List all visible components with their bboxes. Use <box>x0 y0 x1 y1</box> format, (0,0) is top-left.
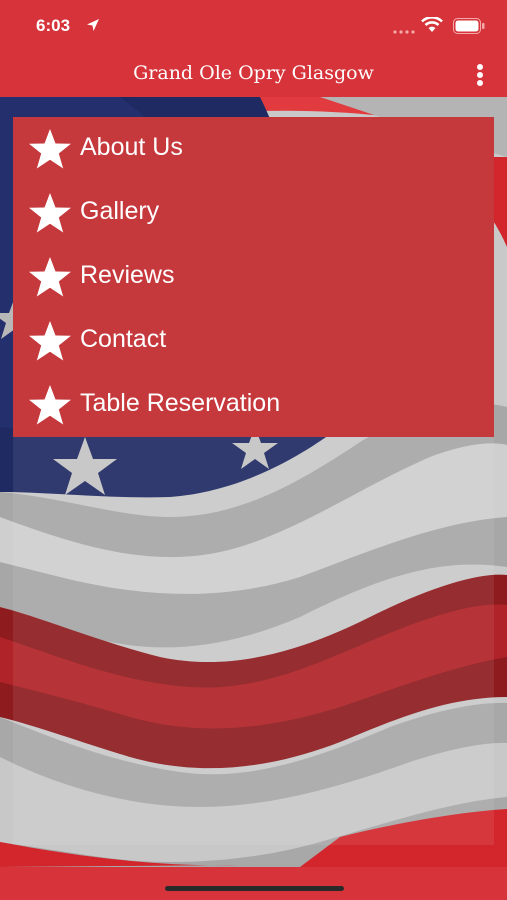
more-options-button[interactable] <box>468 60 494 90</box>
star-icon <box>29 321 71 361</box>
menu-item-label: Table Reservation <box>80 389 281 417</box>
menu-panel: About Us Gallery Reviews Contact Table R… <box>13 117 494 437</box>
wifi-icon <box>421 17 443 32</box>
menu-item-contact[interactable]: Contact <box>13 309 494 373</box>
bottom-bar <box>0 867 507 900</box>
star-icon <box>29 257 71 297</box>
menu-item-label: Contact <box>80 325 167 353</box>
star-icon <box>29 385 71 425</box>
menu-item-about-us[interactable]: About Us <box>13 117 494 181</box>
status-bar: 6:03 <box>0 0 507 50</box>
status-time: 6:03 <box>36 16 71 35</box>
location-arrow-icon <box>87 19 99 31</box>
menu-item-label: Gallery <box>80 197 160 225</box>
menu-item-label: About Us <box>80 133 183 161</box>
app-bar: Grand Ole Opry Glasgow <box>0 50 507 97</box>
more-vertical-icon <box>477 64 483 70</box>
more-vertical-icon-dot <box>477 80 483 86</box>
battery-icon <box>453 18 485 34</box>
more-vertical-icon-dot <box>477 72 483 78</box>
star-icon <box>29 193 71 233</box>
menu-item-reviews[interactable]: Reviews <box>13 245 494 309</box>
menu-item-table-reservation[interactable]: Table Reservation <box>13 373 494 437</box>
star-icon <box>29 129 71 169</box>
app-title: Grand Ole Opry Glasgow <box>133 62 374 84</box>
home-indicator[interactable] <box>165 886 344 891</box>
menu-item-label: Reviews <box>80 261 175 289</box>
signal-dots-icon <box>393 30 415 34</box>
menu-item-gallery[interactable]: Gallery <box>13 181 494 245</box>
